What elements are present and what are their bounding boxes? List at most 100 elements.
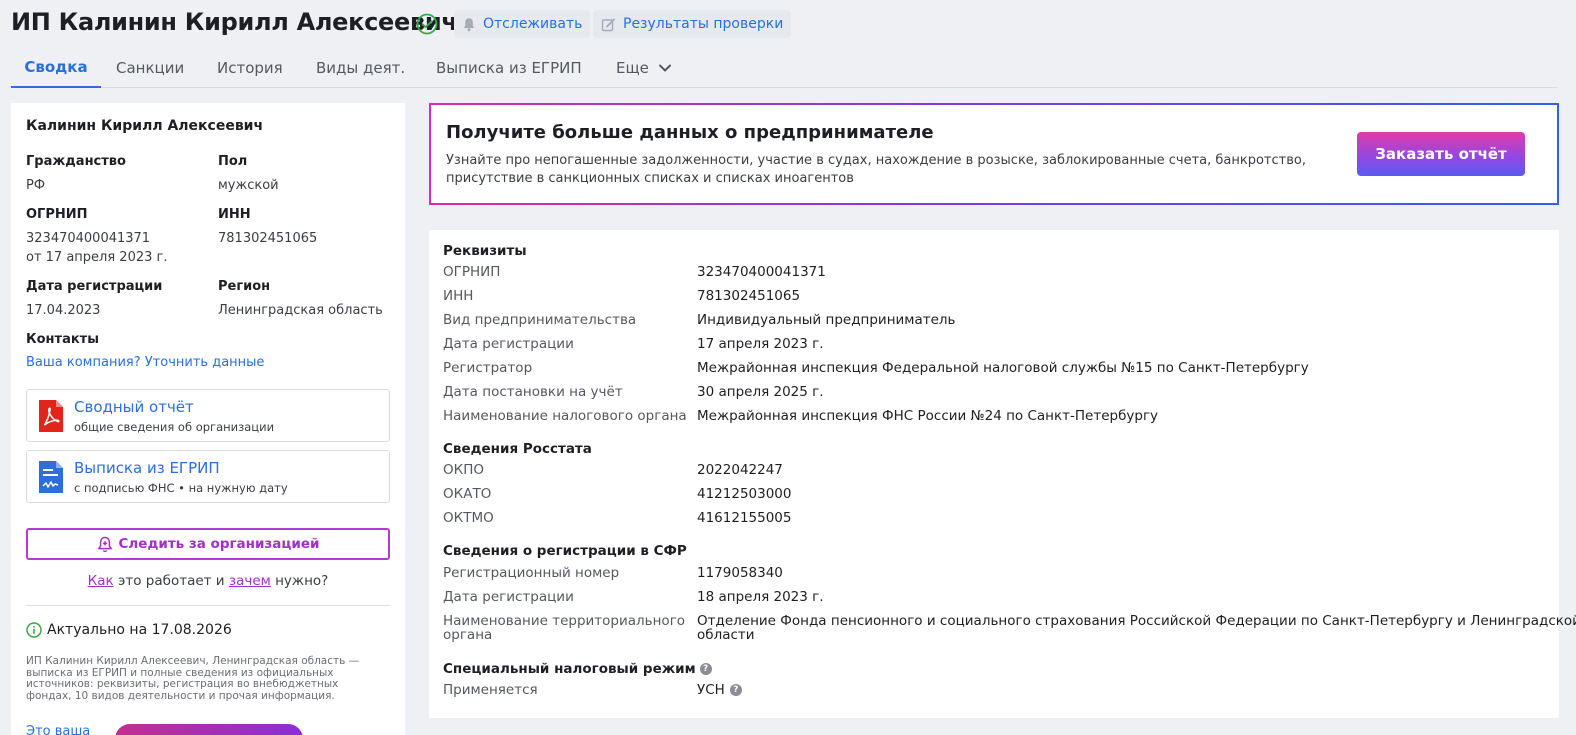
tax-regime-val: УСН ? bbox=[697, 683, 742, 697]
how-text-end: нужно? bbox=[270, 573, 329, 589]
bell-plus-icon bbox=[97, 536, 112, 552]
sfr-organ-val-line2: области bbox=[697, 627, 755, 643]
registration-date-key: Дата регистрации bbox=[443, 336, 574, 352]
entrepreneur-summary-card: Калинин Кирилл Алексеевич Гражданство РФ… bbox=[11, 103, 405, 735]
sfr-reg-date-key: Дата регистрации bbox=[443, 589, 574, 605]
info-icon bbox=[26, 622, 42, 638]
ogrnip-value: 323470400041371 bbox=[26, 231, 151, 246]
okpo-val: 2022042247 bbox=[697, 462, 783, 478]
summary-report-subtitle: общие сведения об организации bbox=[74, 420, 275, 434]
tax-regime-value-text: УСН bbox=[697, 682, 725, 698]
sfr-organ-key: Наименование территориального bbox=[443, 613, 686, 629]
sfr-reg-number-key: Регистрационный номер bbox=[443, 565, 620, 581]
reg-date-label: Дата регистрации bbox=[26, 279, 163, 294]
help-icon[interactable]: ? bbox=[699, 663, 712, 675]
gender-label: Пол bbox=[218, 154, 248, 169]
citizenship-label: Гражданство bbox=[26, 154, 126, 169]
ogrnip-label: ОГРНИП bbox=[26, 207, 88, 222]
ogrnip-val: 323470400041371 bbox=[697, 264, 826, 280]
chevron-down-icon bbox=[658, 64, 671, 72]
help-icon[interactable]: ? bbox=[729, 684, 742, 696]
inn-label: ИНН bbox=[218, 207, 251, 222]
follow-organization-button[interactable]: Следить за организацией bbox=[26, 528, 390, 560]
divider bbox=[26, 605, 390, 606]
citizenship-value: РФ bbox=[26, 178, 46, 193]
seo-description: ИП Калинин Кирилл Алексеевич, Ленинградс… bbox=[26, 655, 360, 702]
region-label: Регион bbox=[218, 279, 271, 294]
gender-value: мужской bbox=[218, 178, 279, 193]
tab-bar: Сводка Санкции История Виды деят. Выписк… bbox=[11, 48, 1557, 88]
okpo-key: ОКПО bbox=[443, 462, 484, 478]
sfr-reg-number-val: 1179058340 bbox=[697, 565, 783, 581]
how-text-middle: это работает и bbox=[113, 573, 229, 589]
reg-date-value: 17.04.2023 bbox=[26, 303, 101, 318]
registration-date-val: 17 апреля 2023 г. bbox=[697, 336, 824, 352]
sfr-organ-key-line2: органа bbox=[443, 627, 493, 643]
egrip-extract-title: Выписка из ЕГРИП bbox=[74, 459, 220, 477]
rosstat-title: Сведения Росстата bbox=[443, 441, 592, 457]
order-report-button[interactable]: Заказать отчёт bbox=[1357, 132, 1525, 176]
clarify-data-link[interactable]: Ваша компания? Уточнить данные bbox=[26, 354, 264, 372]
summary-report-card[interactable]: Сводный отчёт общие сведения об организа… bbox=[26, 389, 390, 442]
requisites-card: Реквизиты ОГРНИП 323470400041371 ИНН 781… bbox=[429, 230, 1576, 718]
tax-registration-date-val: 30 апреля 2025 г. bbox=[697, 384, 824, 400]
sfr-title: Сведения о регистрации в СФР bbox=[443, 543, 687, 559]
track-button[interactable]: Отслеживать bbox=[454, 10, 591, 38]
pdf-icon bbox=[39, 400, 63, 432]
follow-organization-label: Следить за организацией bbox=[118, 536, 320, 552]
tab-egrip-extract[interactable]: Выписка из ЕГРИП bbox=[436, 48, 582, 87]
region-value: Ленинградская область bbox=[218, 303, 383, 318]
check-results-label: Результаты проверки bbox=[623, 16, 784, 32]
signed-document-icon bbox=[39, 461, 63, 493]
tax-registration-date-key: Дата постановки на учёт bbox=[443, 384, 623, 400]
promo-title: Получите больше данных о предпринимателе bbox=[446, 122, 934, 143]
inn-key: ИНН bbox=[443, 288, 474, 304]
tax-regime-key: Применяется bbox=[443, 682, 538, 698]
how-it-works-line: Как это работает и зачем нужно? bbox=[11, 573, 405, 589]
verified-check-icon bbox=[416, 13, 438, 35]
actuality-status: Актуально на 17.08.2026 bbox=[26, 622, 232, 638]
check-results-button[interactable]: Результаты проверки bbox=[593, 10, 792, 38]
egrip-extract-subtitle: с подписью ФНС • на нужную дату bbox=[74, 481, 288, 495]
is-this-yours-link[interactable]: Это ваша bbox=[26, 724, 90, 735]
inn-value: 781302451065 bbox=[218, 231, 318, 246]
registrar-key: Регистратор bbox=[443, 360, 533, 376]
how-link[interactable]: Как bbox=[88, 573, 114, 589]
tax-regime-title-text: Специальный налоговый режим bbox=[443, 661, 696, 677]
page-title: ИП Калинин Кирилл Алексеевич bbox=[11, 8, 458, 36]
tab-more-label: Еще bbox=[616, 58, 649, 77]
tab-history[interactable]: История bbox=[217, 48, 283, 87]
business-type-val: Индивидуальный предприниматель bbox=[697, 312, 956, 328]
sfr-organ-val: Отделение Фонда пенсионного и социальног… bbox=[697, 613, 1576, 629]
okato-val: 41212503000 bbox=[697, 486, 792, 502]
ogrnip-date: от 17 апреля 2023 г. bbox=[26, 250, 168, 265]
bottom-cta-button[interactable] bbox=[115, 724, 303, 735]
tax-authority-val: Межрайонная инспекция ФНС России №24 по … bbox=[697, 408, 1159, 424]
tax-authority-key: Наименование налогового органа bbox=[443, 408, 687, 424]
entrepreneur-name: Калинин Кирилл Алексеевич bbox=[26, 118, 264, 134]
tab-more[interactable]: Еще bbox=[616, 48, 672, 87]
bell-icon bbox=[463, 17, 475, 31]
tab-activities[interactable]: Виды деят. bbox=[316, 48, 405, 87]
actuality-text: Актуально на 17.08.2026 bbox=[47, 622, 232, 638]
tab-summary[interactable]: Сводка bbox=[11, 48, 101, 88]
business-type-key: Вид предпринимательства bbox=[443, 312, 637, 328]
oktmo-val: 41612155005 bbox=[697, 510, 792, 526]
tax-regime-title: Специальный налоговый режим ? bbox=[443, 661, 712, 677]
okato-key: ОКАТО bbox=[443, 486, 492, 502]
tab-sanctions[interactable]: Санкции bbox=[116, 48, 184, 87]
promo-text: Узнайте про непогашенные задолженности, … bbox=[446, 153, 1306, 186]
edit-icon bbox=[601, 18, 615, 31]
sfr-reg-date-val: 18 апреля 2023 г. bbox=[697, 589, 824, 605]
ogrnip-key: ОГРНИП bbox=[443, 264, 501, 280]
requisites-title: Реквизиты bbox=[443, 243, 527, 259]
oktmo-key: ОКТМО bbox=[443, 510, 494, 526]
inn-val: 781302451065 bbox=[697, 288, 801, 304]
why-link[interactable]: зачем bbox=[229, 573, 271, 589]
egrip-extract-card[interactable]: Выписка из ЕГРИП с подписью ФНС • на нуж… bbox=[26, 450, 390, 503]
registrar-val: Межрайонная инспекция Федеральной налого… bbox=[697, 360, 1309, 376]
track-label: Отслеживать bbox=[483, 16, 583, 32]
report-promo-banner: Получите больше данных о предпринимателе… bbox=[429, 103, 1559, 205]
contacts-label: Контакты bbox=[26, 332, 99, 347]
summary-report-title: Сводный отчёт bbox=[74, 398, 194, 416]
